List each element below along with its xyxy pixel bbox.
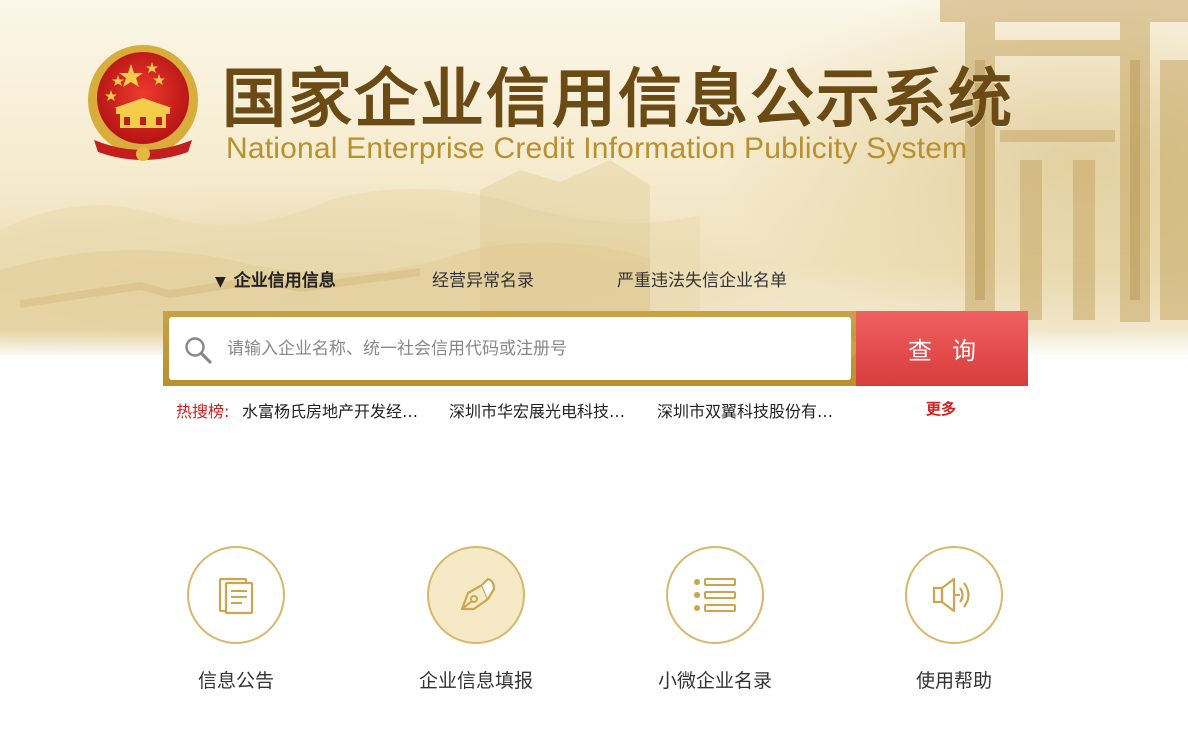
national-emblem-icon: [88, 45, 198, 161]
tab-enterprise-credit[interactable]: ▼ 企业信用信息: [215, 266, 336, 291]
caret-down-icon: ▼: [215, 274, 226, 290]
document-icon: [218, 577, 254, 615]
search-button[interactable]: 查询: [856, 311, 1028, 386]
search-input[interactable]: [227, 331, 827, 367]
hot-search-item[interactable]: 深圳市华宏展光电科技…: [449, 398, 625, 422]
hot-search-more-link[interactable]: 更多: [926, 398, 956, 419]
list-icon: [694, 578, 736, 612]
search-icon: [185, 337, 212, 364]
feature-enterprise-report[interactable]: 企业信息填报: [406, 546, 546, 693]
site-title-cn: 国家企业信用信息公示系统: [222, 62, 1014, 137]
feature-small-enterprise-list[interactable]: 小微企业名录: [645, 546, 785, 693]
search-bar: 查询: [163, 311, 1028, 386]
feature-label: 小微企业名录: [657, 670, 772, 692]
hot-search-item[interactable]: 水富杨氏房地产开发经…: [242, 398, 418, 422]
feature-label: 信息公告: [197, 670, 274, 692]
feature-info-announcement[interactable]: 信息公告: [166, 546, 306, 693]
tab-abnormal-operations[interactable]: 经营异常名录: [432, 266, 534, 291]
speaker-icon: [932, 577, 970, 613]
feature-label: 企业信息填报: [418, 670, 533, 692]
feature-help[interactable]: 使用帮助: [884, 546, 1024, 693]
tab-serious-violations[interactable]: 严重违法失信企业名单: [617, 266, 787, 291]
feature-label: 使用帮助: [915, 670, 992, 692]
hot-search-label: 热搜榜:: [176, 402, 230, 421]
site-title-en: National Enterprise Credit Information P…: [226, 132, 968, 165]
hot-search-item[interactable]: 深圳市双翼科技股份有…: [657, 398, 833, 422]
search-box: [169, 317, 851, 380]
pen-nib-icon: [460, 577, 496, 611]
